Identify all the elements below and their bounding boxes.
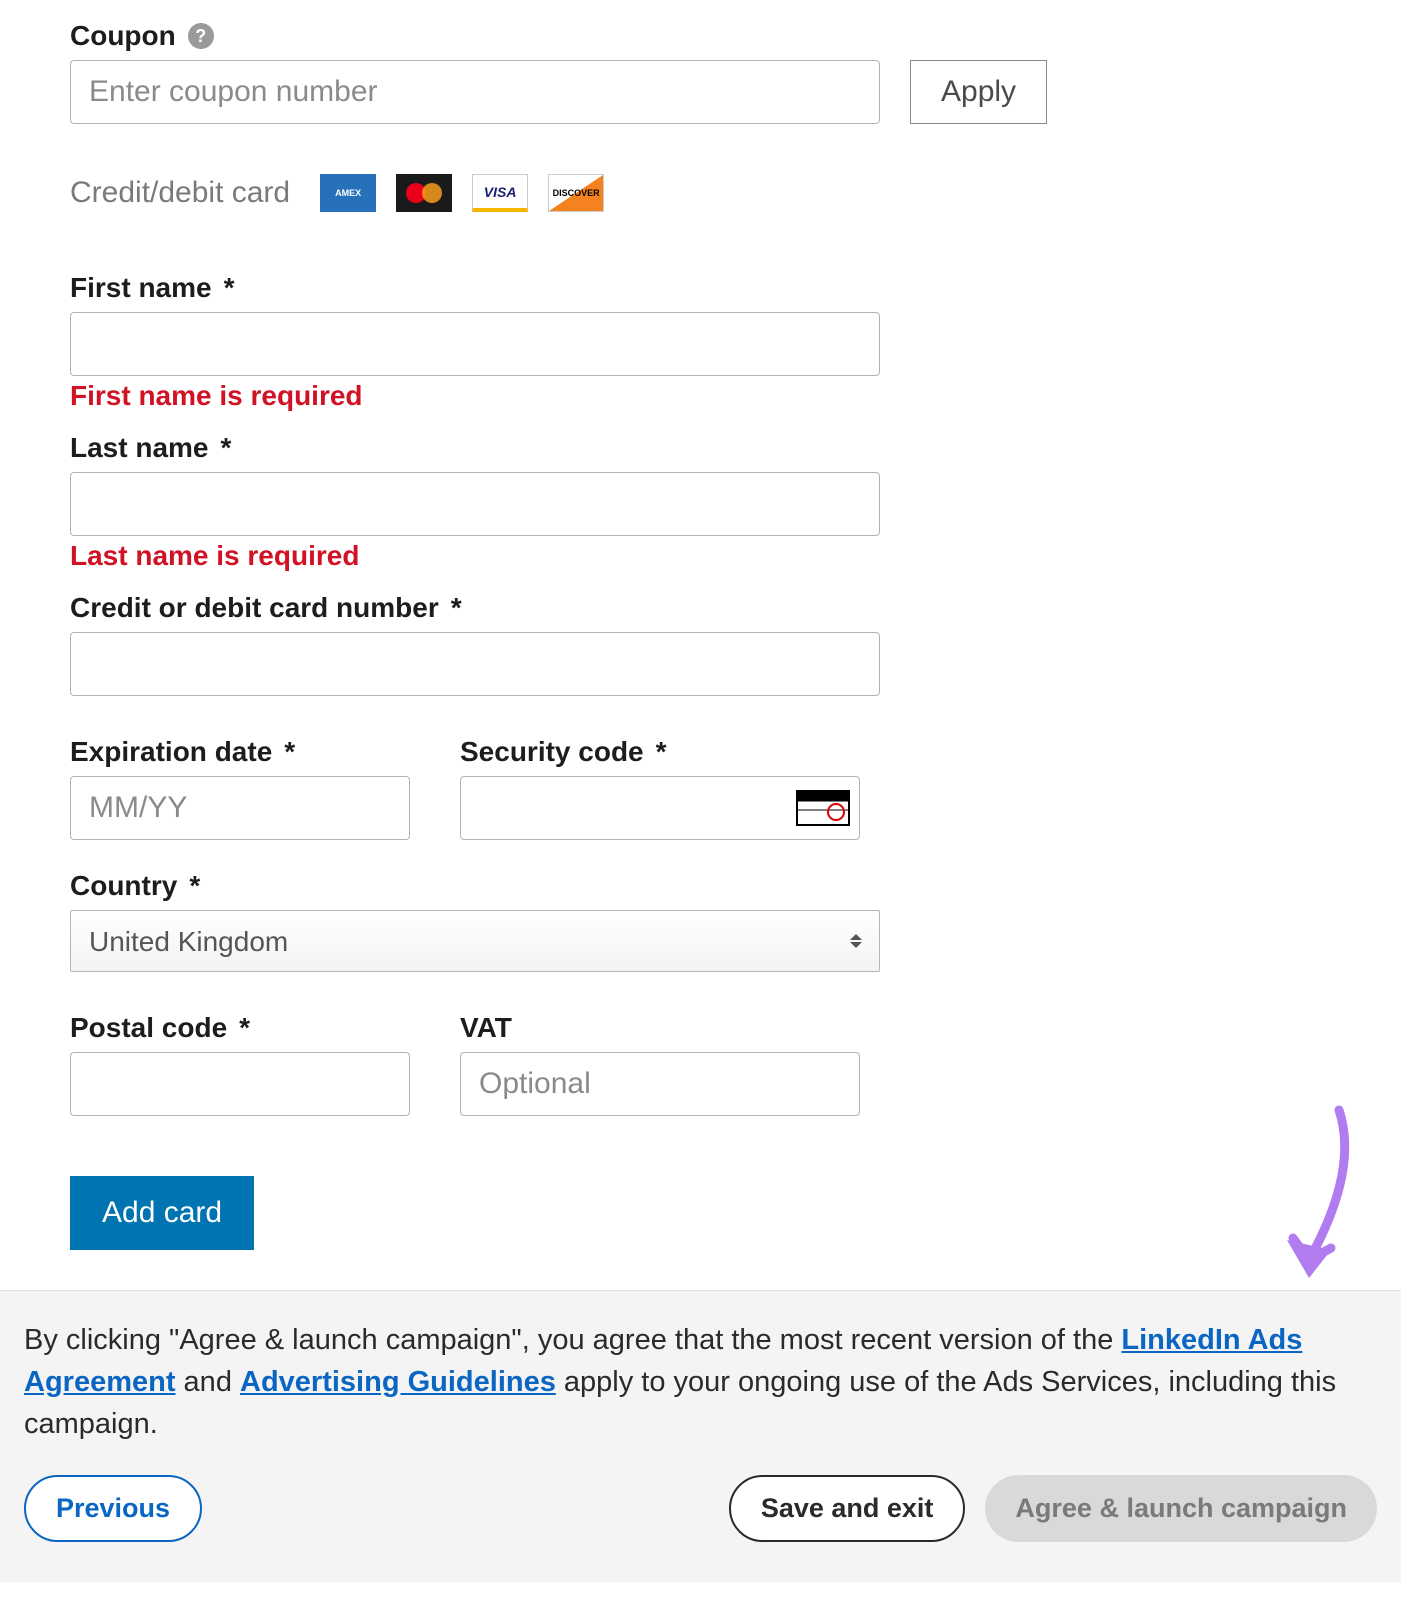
coupon-input[interactable] [70,60,880,124]
coupon-label: Coupon ? [70,20,1331,52]
credit-debit-label: Credit/debit card [70,176,290,210]
help-icon[interactable]: ? [188,23,214,49]
previous-button[interactable]: Previous [24,1475,202,1542]
amex-icon: AMEX [320,174,376,212]
first-name-input[interactable] [70,312,880,376]
discover-icon: DISCOVER [548,174,604,212]
last-name-label: Last name* [70,432,1331,464]
vat-input[interactable] [460,1052,860,1116]
country-label: Country* [70,870,1331,902]
coupon-label-text: Coupon [70,20,176,52]
card-logos: AMEX VISA DISCOVER [320,174,604,212]
last-name-error: Last name is required [70,540,1331,572]
apply-button[interactable]: Apply [910,60,1047,124]
card-number-label: Credit or debit card number* [70,592,1331,624]
last-name-input[interactable] [70,472,880,536]
country-select[interactable]: United Kingdom [70,910,880,972]
cvc-icon [796,790,850,826]
mastercard-icon [396,174,452,212]
visa-icon: VISA [472,174,528,212]
postal-code-input[interactable] [70,1052,410,1116]
expiration-input[interactable] [70,776,410,840]
vat-label: VAT [460,1012,860,1044]
first-name-error: First name is required [70,380,1331,412]
first-name-label: First name* [70,272,1331,304]
save-exit-button[interactable]: Save and exit [729,1475,966,1542]
expiration-label: Expiration date* [70,736,410,768]
card-number-input[interactable] [70,632,880,696]
add-card-button[interactable]: Add card [70,1176,254,1250]
postal-code-label: Postal code* [70,1012,410,1044]
guidelines-link[interactable]: Advertising Guidelines [240,1366,556,1398]
security-code-label: Security code* [460,736,860,768]
agree-launch-button[interactable]: Agree & launch campaign [985,1475,1377,1542]
disclaimer-text: By clicking "Agree & launch campaign", y… [24,1319,1377,1445]
